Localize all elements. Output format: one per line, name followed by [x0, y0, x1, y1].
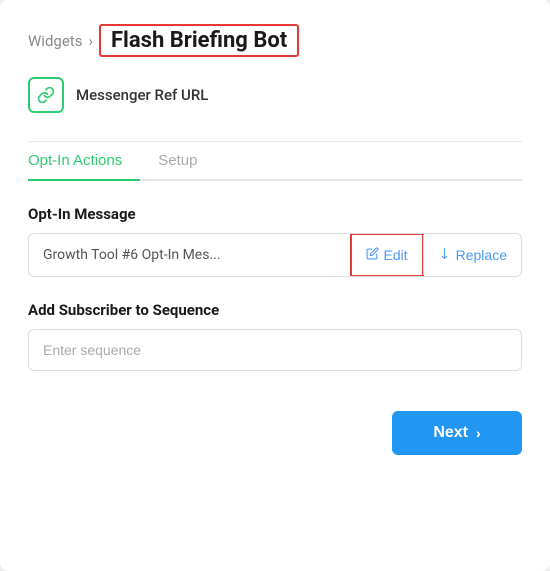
tab-opt-in-actions[interactable]: Opt-In Actions [28, 142, 140, 179]
ref-url-label: Messenger Ref URL [76, 86, 208, 104]
main-card: Widgets › Flash Briefing Bot Messenger R… [0, 0, 550, 571]
chevron-right-icon: › [476, 425, 481, 441]
link-icon [28, 77, 64, 113]
opt-in-message-box: Growth Tool #6 Opt-In Mes... Edit [28, 233, 522, 277]
edit-label: Edit [384, 247, 408, 263]
opt-in-message-label: Opt-In Message [28, 205, 522, 223]
sequence-section-label: Add Subscriber to Sequence [28, 301, 522, 319]
replace-label: Replace [456, 247, 507, 263]
next-label: Next [433, 424, 468, 442]
ref-url-row: Messenger Ref URL [28, 77, 522, 113]
edit-button[interactable]: Edit [350, 233, 424, 277]
next-button[interactable]: Next › [392, 411, 522, 455]
footer-actions: Next › [28, 411, 522, 455]
breadcrumb-parent: Widgets [28, 32, 82, 50]
breadcrumb-separator: › [88, 32, 93, 50]
tab-setup[interactable]: Setup [158, 142, 215, 179]
edit-icon [366, 247, 379, 263]
opt-in-action-buttons: Edit Replace [350, 234, 522, 276]
sequence-input[interactable] [28, 329, 522, 371]
breadcrumb: Widgets › Flash Briefing Bot [28, 24, 522, 57]
replace-button[interactable]: Replace [423, 235, 521, 275]
tabs-row: Opt-In Actions Setup [28, 142, 522, 181]
opt-in-message-value: Growth Tool #6 Opt-In Mes... [29, 235, 350, 275]
page-title: Flash Briefing Bot [99, 24, 299, 57]
replace-icon [438, 247, 451, 263]
